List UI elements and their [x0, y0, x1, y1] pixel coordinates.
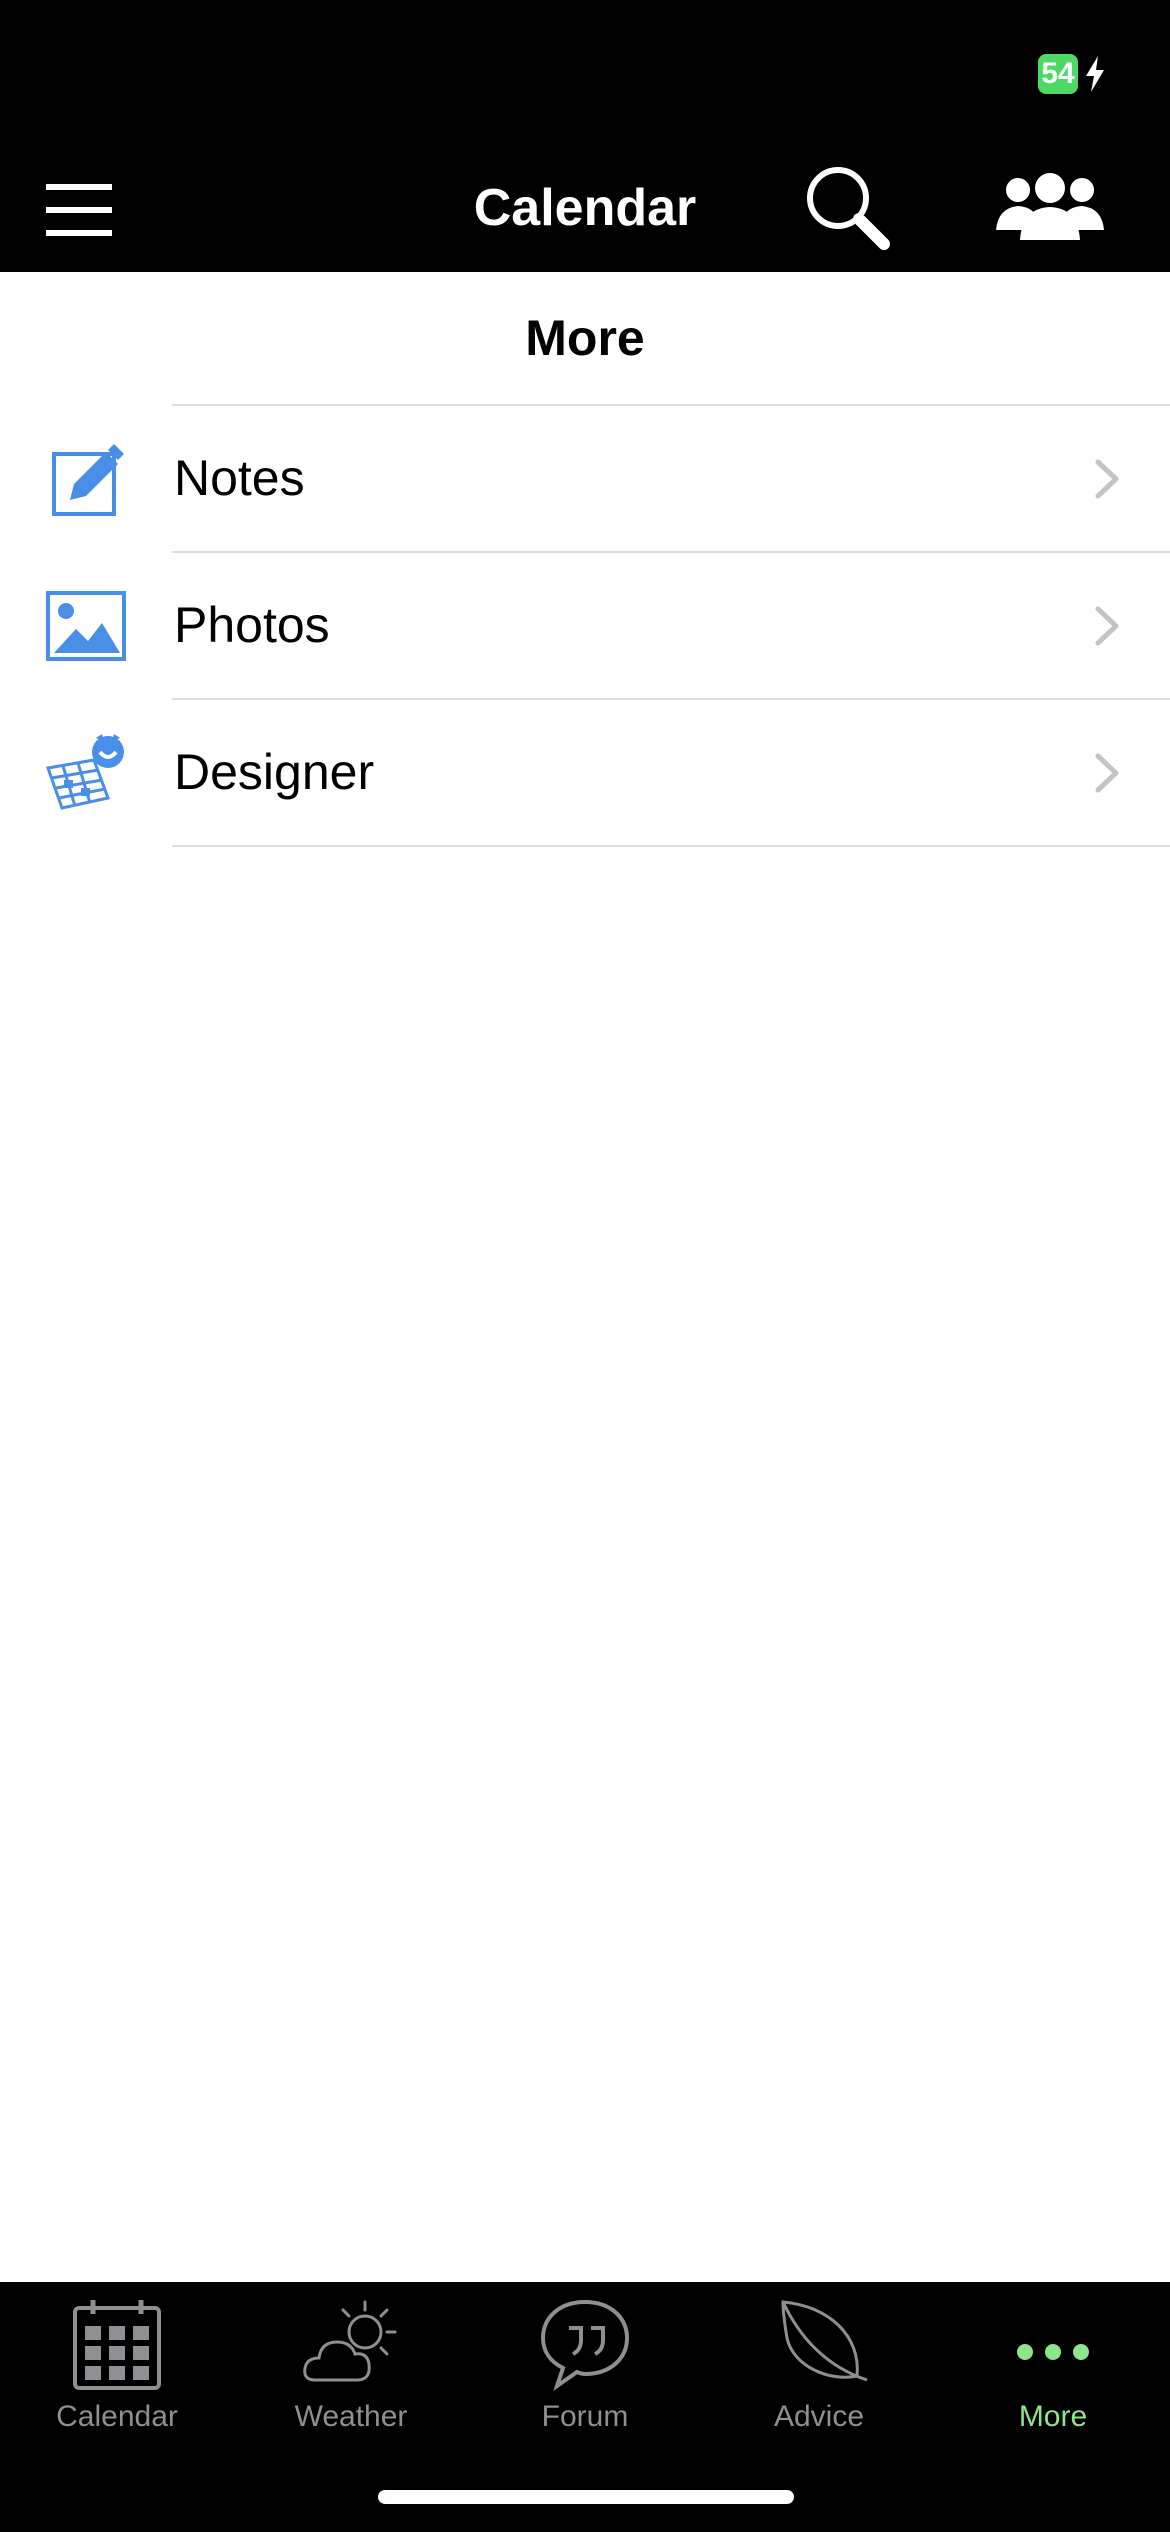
tab-advice[interactable]: Advice — [702, 2282, 936, 2452]
calendar-grid-icon — [73, 2300, 161, 2390]
tab-label: Weather — [294, 2400, 408, 2433]
list-item-notes[interactable]: Notes — [0, 406, 1170, 551]
tab-label: More — [1018, 2400, 1088, 2433]
list-item-label: Photos — [174, 597, 330, 653]
forum-icon — [540, 2299, 630, 2392]
tab-calendar[interactable]: Calendar — [0, 2282, 234, 2452]
leaf-icon — [781, 2300, 868, 2382]
tab-more[interactable]: More — [936, 2282, 1170, 2452]
charging-bolt-icon — [1086, 56, 1104, 92]
menu-icon[interactable] — [46, 184, 112, 236]
divider — [172, 845, 1170, 847]
weather-icon — [303, 2300, 397, 2382]
nav-title: Calendar — [473, 179, 697, 237]
tab-label: Advice — [773, 2400, 865, 2433]
photo-icon — [46, 591, 126, 661]
chevron-right-icon — [1095, 459, 1119, 499]
list-item-photos[interactable]: Photos — [0, 553, 1170, 698]
list-item-designer[interactable]: Designer — [0, 700, 1170, 845]
tab-forum[interactable]: Forum — [468, 2282, 702, 2452]
tab-label: Calendar — [56, 2400, 178, 2433]
list-item-label: Designer — [174, 744, 375, 800]
designer-icon — [45, 734, 124, 810]
edit-note-icon — [52, 444, 124, 516]
people-icon[interactable] — [996, 172, 1104, 240]
nav-bar: Calendar — [0, 140, 1170, 272]
list-item-label: Notes — [174, 450, 305, 506]
tab-label: Forum — [541, 2400, 629, 2433]
tab-weather[interactable]: Weather — [234, 2282, 468, 2452]
section-title: More — [525, 310, 645, 366]
chevron-right-icon — [1095, 606, 1119, 646]
battery-indicator: 54 — [1038, 54, 1078, 94]
home-indicator[interactable] — [378, 2490, 794, 2504]
chevron-right-icon — [1095, 753, 1119, 793]
more-dots-icon — [1017, 2344, 1089, 2360]
search-icon[interactable] — [802, 162, 890, 250]
status-bar: 54 — [0, 0, 1170, 140]
